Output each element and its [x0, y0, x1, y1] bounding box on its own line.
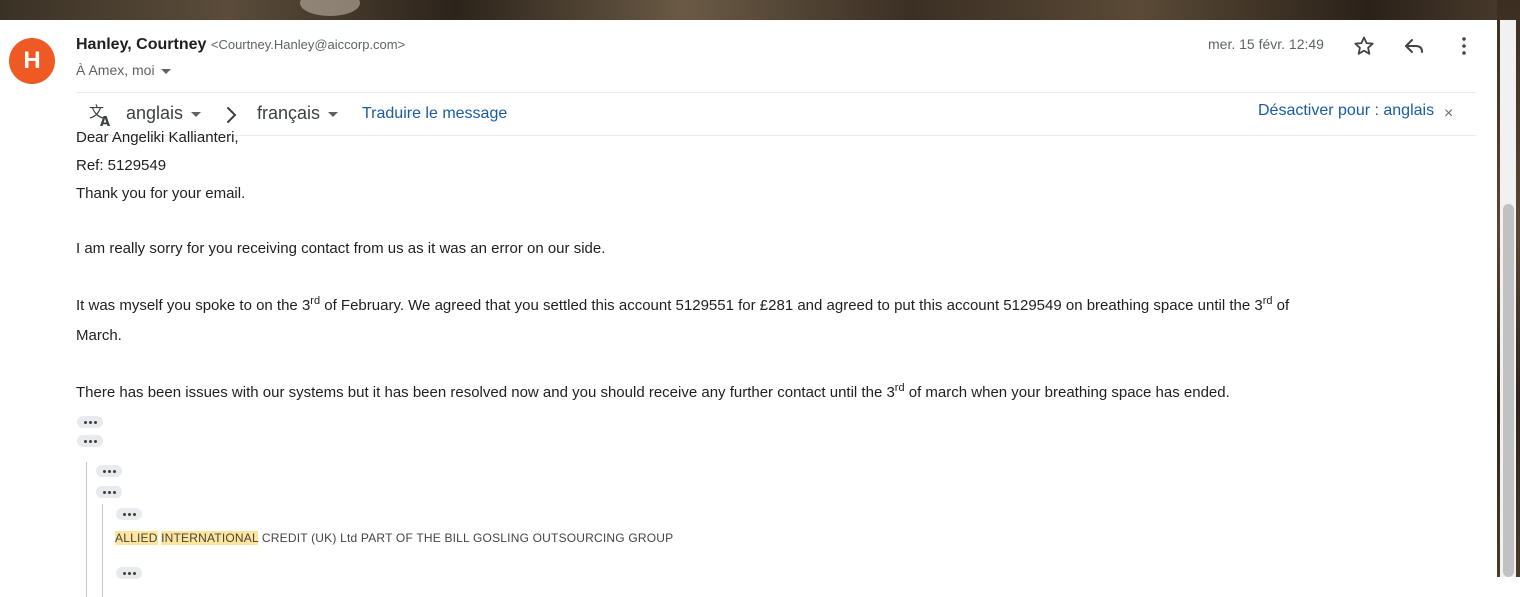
systems-text-part: There has been issues with our systems b…	[76, 384, 895, 401]
ordinal-suffix: rd	[1262, 295, 1273, 307]
ordinal-suffix: rd	[894, 382, 905, 394]
chevron-down-icon	[191, 112, 202, 117]
reference-line: Ref: 5129549	[76, 157, 167, 174]
show-trimmed-content-button[interactable]	[96, 486, 122, 498]
scrollbar-thumb[interactable]	[1503, 204, 1514, 577]
company-footer: ALLIED INTERNATIONAL CREDIT (UK) Ltd PAR…	[115, 531, 673, 545]
chevron-down-icon	[328, 112, 339, 117]
agreement-text-part: of February. We agreed that you settled …	[320, 297, 1263, 314]
message-date: mer. 15 févr. 12:49	[1208, 36, 1324, 52]
target-language-select[interactable]: français	[257, 103, 339, 124]
greeting-line: Dear Angeliki Kallianteri,	[76, 129, 239, 146]
recipients-label: À Amex, moi	[76, 62, 155, 78]
close-icon[interactable]: ×	[1444, 105, 1453, 123]
agreement-paragraph: It was myself you spoke to on the 3rd of…	[76, 295, 1290, 315]
agreement-paragraph-continued: March.	[76, 327, 122, 344]
apology-paragraph: I am really sorry for you receiving cont…	[76, 240, 606, 257]
translate-message-link[interactable]: Traduire le message	[362, 105, 507, 123]
sender-avatar[interactable]: H	[9, 38, 55, 84]
systems-paragraph: There has been issues with our systems b…	[76, 382, 1230, 402]
systems-text-part: of march when your breathing space has e…	[904, 384, 1230, 401]
show-trimmed-content-button[interactable]	[77, 416, 103, 428]
sender-line: Hanley, Courtney <Courtney.Hanley@aiccor…	[76, 36, 405, 54]
footer-text: CREDIT (UK) Ltd PART OF THE BILL GOSLING…	[258, 531, 674, 545]
target-language-label: français	[257, 103, 321, 123]
disable-translation-link[interactable]: Désactiver pour : anglais	[1258, 102, 1434, 120]
sender-email: <Courtney.Hanley@aiccorp.com>	[210, 37, 406, 52]
email-message-panel: H Hanley, Courtney <Courtney.Hanley@aicc…	[0, 20, 1497, 597]
highlighted-word: ALLIED	[115, 531, 158, 545]
show-trimmed-content-button[interactable]	[77, 435, 103, 447]
agreement-text-part: It was myself you spoke to on the 3	[76, 297, 311, 314]
star-icon[interactable]	[1352, 34, 1376, 58]
sender-name[interactable]: Hanley, Courtney	[76, 36, 206, 53]
thanks-line: Thank you for your email.	[76, 185, 246, 202]
quote-border	[102, 504, 103, 597]
recipients-toggle[interactable]: À Amex, moi	[76, 62, 171, 78]
ordinal-suffix: rd	[310, 295, 321, 307]
source-language-select[interactable]: anglais	[126, 103, 202, 124]
translate-bar: 文 A anglais français Traduire le message…	[76, 92, 1476, 136]
highlighted-word: INTERNATIONAL	[161, 531, 259, 545]
svg-text:A: A	[100, 115, 110, 128]
show-trimmed-content-button[interactable]	[116, 508, 142, 520]
reply-icon[interactable]	[1402, 34, 1426, 58]
chevron-right-icon	[227, 107, 237, 123]
chevron-down-icon	[160, 68, 171, 74]
show-trimmed-content-button[interactable]	[116, 567, 142, 579]
background-wallpaper-top	[0, 0, 1520, 20]
show-trimmed-content-button[interactable]	[96, 465, 122, 477]
agreement-text-part: of	[1272, 297, 1290, 314]
more-vert-icon[interactable]	[1452, 34, 1476, 58]
source-language-label: anglais	[126, 103, 184, 123]
translate-icon: 文 A	[89, 103, 110, 128]
